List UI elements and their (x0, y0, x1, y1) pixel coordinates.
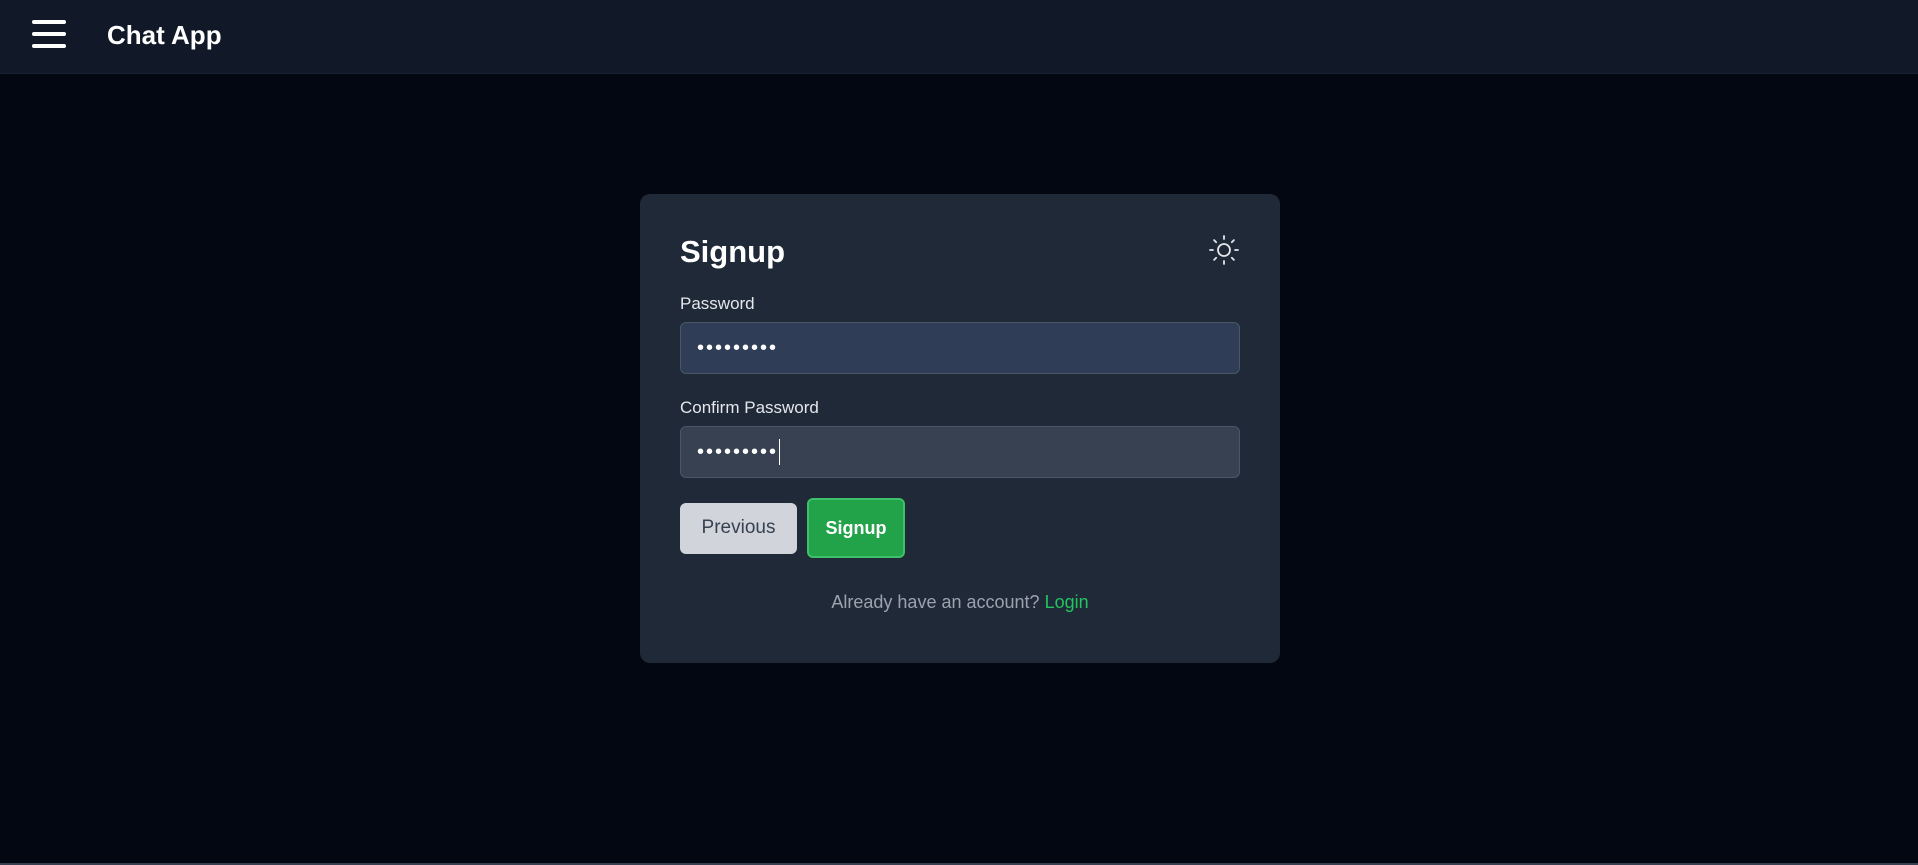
login-prompt: Already have an account? Login (680, 592, 1240, 613)
card-header: Signup (680, 234, 1240, 274)
form-actions: Previous Signup (680, 498, 1240, 558)
app-title: Chat App (107, 20, 222, 50)
text-caret (779, 439, 781, 465)
confirm-password-value: ••••••••• (697, 440, 779, 463)
form-title: Signup (680, 234, 786, 269)
hamburger-menu-icon[interactable] (32, 20, 66, 48)
login-link[interactable]: Login (1045, 592, 1089, 612)
signup-button[interactable]: Signup (807, 498, 905, 558)
top-navbar: Chat App (0, 0, 1918, 74)
confirm-password-label: Confirm Password (680, 398, 819, 417)
signup-card: Signup Password ••••••••• Confirm Passwo… (640, 194, 1280, 663)
password-field[interactable]: ••••••••• (680, 322, 1240, 374)
previous-button[interactable]: Previous (680, 502, 797, 554)
sun-icon[interactable] (1208, 234, 1240, 266)
password-value: ••••••••• (697, 336, 779, 359)
confirm-password-field[interactable]: ••••••••• (680, 426, 1240, 478)
password-label: Password (680, 294, 755, 313)
login-prompt-text: Already have an account? (831, 592, 1040, 612)
